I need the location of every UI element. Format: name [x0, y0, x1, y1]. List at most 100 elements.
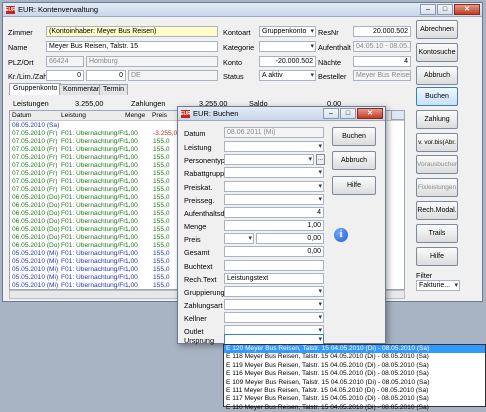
kredit-field[interactable]: 0 [46, 70, 84, 81]
dialog-maximize-button[interactable]: □ [340, 108, 356, 119]
fixleistungen-button[interactable]: Fixleistungen [416, 178, 458, 197]
preiskat-select[interactable] [224, 181, 324, 192]
aufenthalt-field[interactable]: 04.05.10 - 08.05.10 [353, 41, 411, 52]
zimmer-field[interactable]: (Kontoinhaber: Meyer Bus Reisen) [46, 26, 218, 37]
leistungen-value: 3.255,00 [75, 99, 104, 108]
zahlungsart-label: Zahlungsart [184, 301, 223, 310]
preis-currency-select[interactable] [224, 233, 254, 244]
personentyp-label: Personentyp [184, 156, 225, 165]
preis-field[interactable]: 0,00 [256, 233, 324, 244]
outlet-label: Outlet [184, 327, 204, 336]
cell-menge: 1,00 [125, 282, 138, 289]
dialog-titlebar[interactable]: EUR EUR: Buchen – □ ✕ [178, 107, 385, 121]
zahlungen-label: Zahlungen [131, 99, 166, 108]
kellner-label: Kellner [184, 314, 207, 323]
personentyp-select[interactable] [224, 154, 314, 165]
resnr-field[interactable]: 20.000.502 [353, 26, 411, 37]
besteller-label: Besteller [318, 72, 347, 81]
ellipsis-icon[interactable]: ... [316, 154, 325, 165]
zimmer-label: Zimmer [8, 28, 33, 37]
dialog-buchen-button[interactable]: Buchen [332, 127, 376, 146]
preisseg-select[interactable] [224, 194, 324, 205]
rechtext-field[interactable]: Leistungstext [224, 273, 324, 284]
datum-field[interactable]: 08.06.2011 (Mi) [224, 127, 324, 138]
ursprung-dropdown-list[interactable]: E 120 Meyer Bus Reisen, Talstr. 15 04.05… [223, 344, 486, 411]
kr-lim-zahl-label: Kr./Lim./Zahl [8, 72, 49, 81]
ursprung-option[interactable]: E 116 Meyer Bus Reisen, Talstr. 15 04.05… [224, 370, 485, 378]
konto-field[interactable]: -20.000.502 [259, 56, 316, 67]
plz-field[interactable]: 66424 [46, 56, 84, 67]
land-field[interactable]: DE [128, 70, 218, 81]
grid-header-preis[interactable]: Preis [152, 111, 167, 120]
abbruch-button[interactable]: Abbruch [416, 66, 458, 85]
besteller-field[interactable]: Meyer Bus Reisen [353, 70, 411, 81]
buchen-button[interactable]: Buchen [416, 87, 458, 106]
ort-field[interactable]: Homburg [86, 56, 218, 67]
buchtext-label: Buchtext [184, 262, 213, 271]
naechte-field[interactable]: 4 [353, 56, 411, 67]
status-label: Status [223, 72, 244, 81]
zahlungsart-select[interactable] [224, 299, 324, 310]
kontoart-select[interactable]: Gruppenkonto [259, 26, 316, 37]
gruppierung-label: Gruppierung [184, 288, 225, 297]
info-icon[interactable]: i [334, 228, 348, 242]
ursprung-option[interactable]: E 119 Meyer Bus Reisen, Talstr. 15 04.05… [224, 362, 485, 370]
cell-date: 05.05.2010 (Mi) [12, 282, 59, 289]
tab-gruppenkonto[interactable]: Gruppenkonto [9, 83, 62, 95]
name-label: Name [8, 43, 28, 52]
ursprung-option[interactable]: E 109 Meyer Bus Reisen, Talstr. 15 04.05… [224, 379, 485, 387]
tab-kommentar[interactable]: Kommentar [59, 84, 104, 95]
main-titlebar[interactable]: EUR EUR: Kontenverwaltung – □ ✕ [3, 3, 482, 17]
rech-modal-button[interactable]: Rech.Modal. [416, 201, 458, 220]
preiskat-label: Preiskat. [184, 183, 213, 192]
menge-label: Menge [184, 222, 207, 231]
kontosuche-button[interactable]: Kontosuche [416, 43, 458, 62]
trails-button[interactable]: Trails [416, 224, 458, 243]
dialog-hilfe-button[interactable]: Hilfe [332, 176, 376, 195]
eur-app-icon: EUR [180, 109, 191, 118]
name-field[interactable]: Meyer Bus Reisen, Talstr. 15 [46, 41, 218, 52]
abrechnen-button[interactable]: Abrechnen [416, 20, 458, 39]
status-select[interactable]: A aktiv [259, 70, 316, 81]
preis-label: Preis [184, 235, 201, 244]
preisseg-label: Preisseg. [184, 196, 215, 205]
grid-header-menge[interactable]: Menge [125, 111, 145, 120]
limit-field[interactable]: 0 [86, 70, 126, 81]
gesamt-field[interactable]: 0,00 [224, 246, 324, 257]
rabattgruppe-select[interactable] [224, 167, 324, 178]
rabattgruppe-label: Rabattgruppe [184, 169, 229, 178]
buchen-dialog: EUR EUR: Buchen – □ ✕ Datum 08.06.2011 (… [177, 106, 386, 345]
ursprung-option[interactable]: E 111 Meyer Bus Reisen, Talstr. 15 04.05… [224, 387, 485, 395]
grid-header-leistung[interactable]: Leistung [61, 111, 86, 120]
leistung-label: Leistung [184, 143, 212, 152]
aufenthaltsdauer-field[interactable]: 4 [224, 207, 324, 218]
kellner-select[interactable] [224, 312, 324, 323]
filter-select[interactable]: Fakturie... [416, 280, 460, 291]
grid-column-chooser-icon[interactable] [391, 110, 405, 120]
ursprung-option[interactable]: E 118 Meyer Bus Reisen, Talstr. 15 04.05… [224, 353, 485, 361]
menge-field[interactable]: 1,00 [224, 220, 324, 231]
gruppierung-select[interactable] [224, 286, 324, 297]
grid-header-datum[interactable]: Datum [12, 111, 31, 120]
vor-bis-abr-button[interactable]: v. vor.bis(Abr. [416, 133, 458, 152]
dialog-abbruch-button[interactable]: Abbruch [332, 151, 376, 170]
tab-termin[interactable]: Termin [99, 84, 129, 95]
dialog-minimize-button[interactable]: – [323, 108, 339, 119]
vorausbuchen-button[interactable]: Vorausbuchen [416, 155, 458, 174]
main-window-title: EUR: Kontenverwaltung [18, 5, 99, 14]
filter-label: Filter [416, 271, 433, 280]
kategorie-select[interactable] [259, 41, 316, 52]
naechte-label: Nächte [318, 58, 342, 67]
zahlung-button[interactable]: Zahlung [416, 110, 458, 129]
gesamt-label: Gesamt [184, 248, 210, 257]
kategorie-label: Kategorie [223, 43, 255, 52]
ursprung-option[interactable]: E 120 Meyer Bus Reisen, Talstr. 15 04.05… [224, 345, 485, 354]
buchtext-field[interactable] [224, 260, 324, 271]
hilfe-button[interactable]: Hilfe [416, 247, 458, 266]
leistung-select[interactable] [224, 141, 324, 152]
dialog-close-button[interactable]: ✕ [357, 108, 383, 119]
ursprung-option[interactable]: E 117 Meyer Bus Reisen, Talstr. 15 04.05… [224, 395, 485, 403]
maximize-button[interactable]: □ [437, 4, 453, 15]
close-button[interactable]: ✕ [454, 4, 480, 15]
minimize-button[interactable]: – [420, 4, 436, 15]
